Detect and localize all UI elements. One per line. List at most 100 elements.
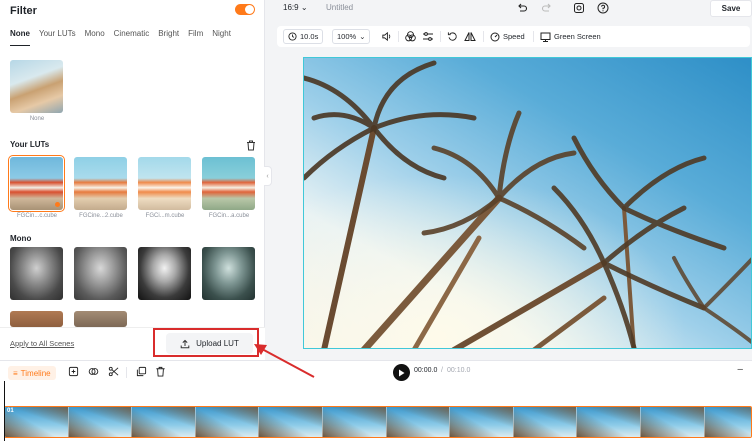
adjust-icon[interactable] bbox=[422, 29, 434, 44]
play-icon bbox=[399, 369, 405, 376]
track-frame bbox=[513, 407, 578, 437]
lut-label-2: FGCine...2.cube bbox=[79, 213, 123, 219]
filter-thumb-partial-1[interactable] bbox=[10, 311, 63, 327]
lut-thumb-4[interactable] bbox=[202, 157, 255, 210]
current-time: 00:00.0 bbox=[414, 367, 438, 374]
zoom-out-icon[interactable]: − bbox=[737, 364, 743, 376]
speedometer-icon bbox=[490, 32, 500, 41]
track-frame bbox=[577, 407, 641, 437]
timeline-label: Timeline bbox=[20, 368, 51, 378]
track-frame bbox=[450, 407, 514, 437]
track-frame bbox=[5, 407, 69, 437]
annotation-arrow bbox=[254, 344, 315, 378]
editor-toolbar: 10.0s 100% ⌄ Speed Green Screen bbox=[277, 26, 750, 47]
tab-your-luts[interactable]: Your LUTs bbox=[39, 29, 76, 43]
filter-category-tabs: None Your LUTs Mono Cinematic Bright Fil… bbox=[10, 29, 231, 46]
track-frame bbox=[640, 407, 705, 437]
timeline-icon: ≡ bbox=[13, 368, 18, 378]
duration-value: 10.0s bbox=[300, 32, 319, 41]
panel-collapse-handle[interactable]: ‹ bbox=[264, 166, 272, 186]
palm-trees-image bbox=[304, 58, 751, 348]
flip-icon[interactable] bbox=[464, 29, 476, 44]
volume-icon[interactable] bbox=[381, 29, 392, 44]
tab-mono[interactable]: Mono bbox=[85, 29, 105, 43]
add-scene-icon[interactable] bbox=[68, 366, 79, 377]
apply-to-all-scenes-link[interactable]: Apply to All Scenes bbox=[10, 339, 74, 348]
split-icon[interactable] bbox=[88, 366, 99, 377]
play-button[interactable] bbox=[393, 364, 410, 381]
track-frame bbox=[195, 407, 260, 437]
filter-panel: Filter None Your LUTs Mono Cinematic Bri… bbox=[0, 0, 265, 360]
rotate-icon[interactable] bbox=[447, 29, 458, 44]
tab-night[interactable]: Night bbox=[212, 29, 231, 43]
panel-title: Filter bbox=[10, 5, 37, 17]
save-button[interactable]: Save bbox=[710, 0, 752, 17]
clock-icon bbox=[288, 32, 297, 41]
undo-icon[interactable] bbox=[516, 2, 528, 14]
zoom-select[interactable]: 100% ⌄ bbox=[332, 29, 371, 44]
filter-label-none: None bbox=[29, 116, 45, 122]
clip-number: 01 bbox=[7, 408, 14, 414]
track-frame bbox=[132, 407, 196, 437]
help-icon[interactable] bbox=[597, 2, 609, 14]
redo-icon[interactable] bbox=[541, 2, 553, 14]
tab-bright[interactable]: Bright bbox=[158, 29, 179, 43]
chevron-down-icon: ⌄ bbox=[359, 32, 366, 41]
mono-thumb-2[interactable] bbox=[74, 247, 127, 300]
time-separator: / bbox=[441, 367, 443, 374]
mono-thumb-1[interactable] bbox=[10, 247, 63, 300]
playhead[interactable] bbox=[4, 381, 5, 441]
toolbar-divider bbox=[533, 31, 534, 42]
tab-none[interactable]: None bbox=[10, 29, 30, 46]
chevron-down-icon: ⌄ bbox=[300, 3, 308, 12]
duplicate-icon[interactable] bbox=[136, 366, 147, 377]
filter-thumb-none[interactable] bbox=[10, 60, 63, 113]
selected-indicator bbox=[55, 202, 60, 207]
mono-thumb-3[interactable] bbox=[138, 247, 191, 300]
lut-thumb-1[interactable] bbox=[8, 155, 65, 212]
lut-thumb-2[interactable] bbox=[74, 157, 127, 210]
timeline-track-area: 01 bbox=[0, 383, 752, 443]
duration-control[interactable]: 10.0s bbox=[283, 29, 324, 44]
video-track[interactable]: 01 bbox=[4, 406, 752, 438]
scissors-icon[interactable] bbox=[108, 366, 119, 377]
your-luts-title: Your LUTs bbox=[10, 140, 50, 149]
filter-thumb-partial-2[interactable] bbox=[74, 311, 127, 327]
trash-icon[interactable] bbox=[246, 140, 256, 151]
lut-thumb-3[interactable] bbox=[138, 157, 191, 210]
toolbar-divider bbox=[483, 31, 484, 42]
toolbar-divider bbox=[126, 367, 127, 378]
delete-icon[interactable] bbox=[155, 366, 166, 377]
toggle-knob bbox=[245, 5, 254, 14]
timeline-tab[interactable]: ≡ Timeline bbox=[8, 366, 56, 380]
filter-icon[interactable] bbox=[404, 29, 417, 44]
lut-label-1: FGCin...c.cube bbox=[16, 213, 57, 219]
tab-film[interactable]: Film bbox=[188, 29, 203, 43]
track-frame bbox=[322, 407, 387, 437]
aspect-ratio-value: 16:9 bbox=[283, 3, 299, 12]
filter-toggle[interactable] bbox=[235, 4, 255, 15]
lut-label-4: FGCin...a.cube bbox=[208, 213, 250, 219]
track-frame bbox=[704, 407, 751, 437]
document-title[interactable]: Untitled bbox=[326, 3, 353, 12]
speed-button[interactable]: Speed bbox=[490, 29, 525, 44]
video-canvas[interactable] bbox=[303, 57, 752, 349]
total-time: 00:10.0 bbox=[447, 367, 471, 374]
screenshot-icon[interactable] bbox=[573, 2, 585, 14]
toolbar-divider bbox=[398, 31, 399, 42]
green-screen-button[interactable]: Green Screen bbox=[540, 29, 601, 44]
green-screen-label: Green Screen bbox=[554, 32, 601, 41]
mono-title: Mono bbox=[10, 234, 32, 243]
track-frame bbox=[259, 407, 323, 437]
timeline-controls: ≡ Timeline 00:00.0 / 00:10.0 − bbox=[0, 360, 752, 383]
green-screen-icon bbox=[540, 32, 551, 42]
lut-label-3: FGCi...m.cube bbox=[145, 213, 185, 219]
top-bar: 16:9 ⌄ Untitled Save bbox=[265, 0, 752, 18]
tab-cinematic[interactable]: Cinematic bbox=[114, 29, 150, 43]
mono-thumb-4[interactable] bbox=[202, 247, 255, 300]
aspect-ratio-select[interactable]: 16:9 ⌄ bbox=[283, 3, 308, 12]
track-frame bbox=[68, 407, 133, 437]
track-frame bbox=[386, 407, 451, 437]
zoom-value: 100% bbox=[337, 32, 357, 41]
toolbar-divider bbox=[440, 31, 441, 42]
